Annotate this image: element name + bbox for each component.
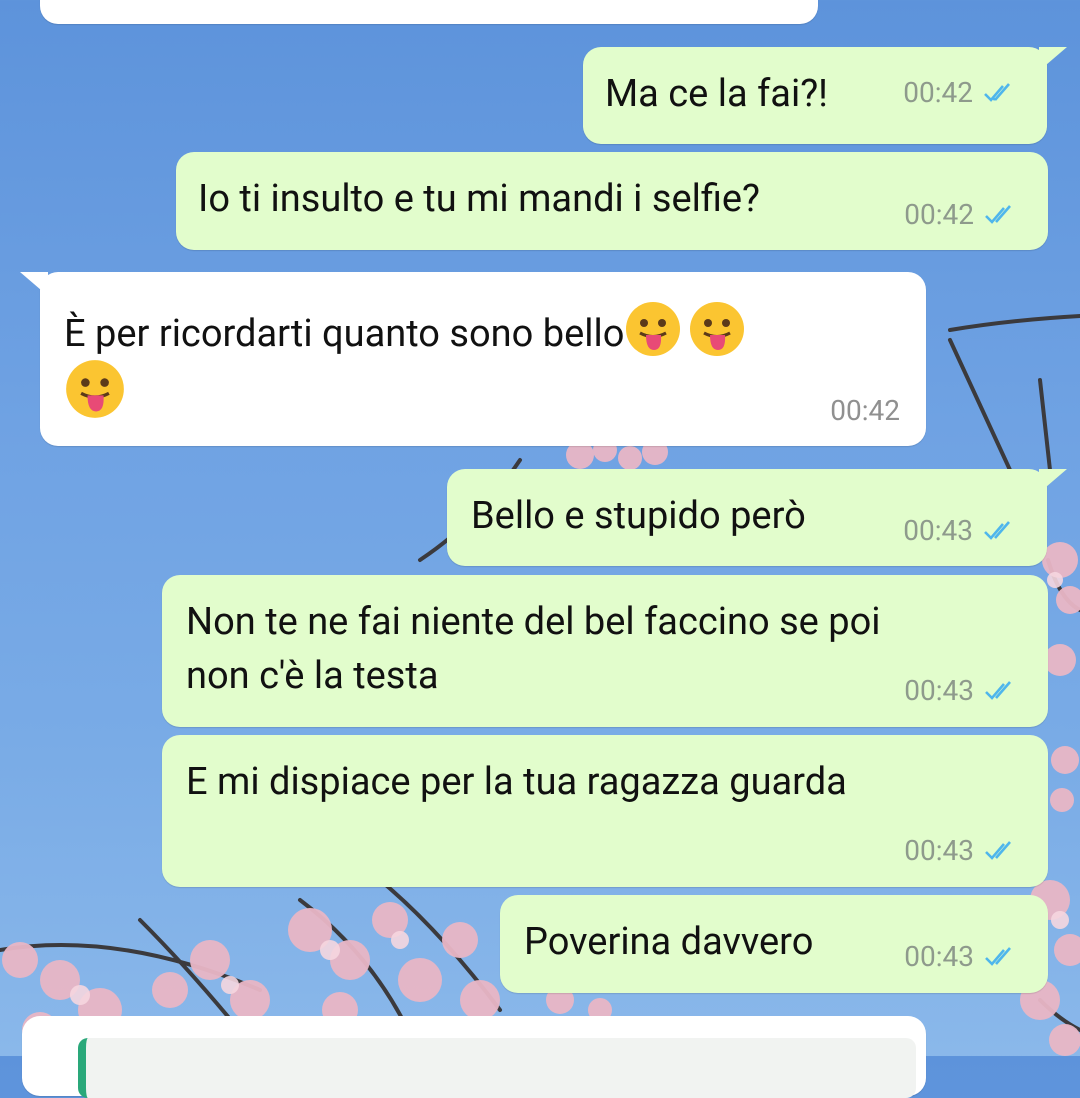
read-ticks-icon	[984, 840, 1018, 862]
message-time: 00:42	[904, 198, 974, 231]
message-bubble-partial[interactable]	[22, 1016, 926, 1098]
message-meta: 00:42	[904, 200, 1018, 230]
message-meta: 00:43	[903, 516, 1017, 546]
message-time: 00:42	[830, 394, 900, 427]
message-bubble-partial[interactable]	[40, 0, 818, 24]
message-meta: 00:43	[904, 676, 1018, 706]
message-bubble[interactable]: Ma ce la fai?! 00:42	[583, 47, 1067, 144]
bubble-tail	[1039, 469, 1067, 493]
message-text: Ma ce la fai?!	[605, 72, 828, 116]
message-bubble[interactable]: Io ti insulto e tu mi mandi i selfie? 00…	[176, 152, 1048, 250]
message-text: Io ti insulto e tu mi mandi i selfie?	[198, 177, 761, 221]
message-text: Poverina davvero	[524, 920, 814, 964]
read-ticks-icon	[984, 204, 1018, 226]
message-text: È per ricordarti quanto sono bello	[64, 312, 625, 356]
face-with-tongue-emoji-icon	[624, 300, 682, 358]
message-meta: 00:42	[903, 78, 1017, 108]
bubble-tail	[20, 272, 48, 296]
message-time: 00:43	[903, 514, 973, 547]
message-bubble[interactable]: E mi dispiace per la tua ragazza guarda …	[162, 735, 1048, 887]
conversation[interactable]: Ma ce la fai?! 00:42 Io ti insulto e tu …	[0, 0, 1080, 1098]
message-time: 00:43	[904, 674, 974, 707]
message-text: E mi dispiace per la tua ragazza guarda	[186, 760, 847, 804]
read-ticks-icon	[983, 82, 1017, 104]
message-time: 00:42	[903, 76, 973, 109]
message-text: Bello e stupido però	[471, 494, 806, 538]
read-ticks-icon	[984, 680, 1018, 702]
message-meta: 00:43	[904, 942, 1018, 972]
message-bubble[interactable]: Bello e stupido però 00:43	[447, 469, 1067, 566]
message-time: 00:43	[904, 834, 974, 867]
message-text-line-2: non c'è la testa	[186, 654, 439, 698]
message-bubble[interactable]: Non te ne fai niente del bel faccino se …	[162, 575, 1048, 727]
bubble-tail	[1039, 47, 1067, 71]
read-ticks-icon	[984, 946, 1018, 968]
face-with-tongue-emoji-icon	[64, 358, 126, 420]
read-ticks-icon	[983, 520, 1017, 542]
quoted-reply-preview[interactable]	[78, 1038, 916, 1098]
message-meta: 00:43	[904, 836, 1018, 866]
message-bubble[interactable]: Poverina davvero 00:43	[500, 895, 1048, 993]
face-with-tongue-emoji-icon	[688, 300, 746, 358]
message-text-line: È per ricordarti quanto sono bello	[64, 300, 746, 361]
message-bubble[interactable]: È per ricordarti quanto sono bello 00:42	[20, 272, 926, 446]
message-meta: 00:42	[830, 396, 900, 426]
message-time: 00:43	[904, 940, 974, 973]
message-text-line-1: Non te ne fai niente del bel faccino se …	[186, 600, 881, 644]
